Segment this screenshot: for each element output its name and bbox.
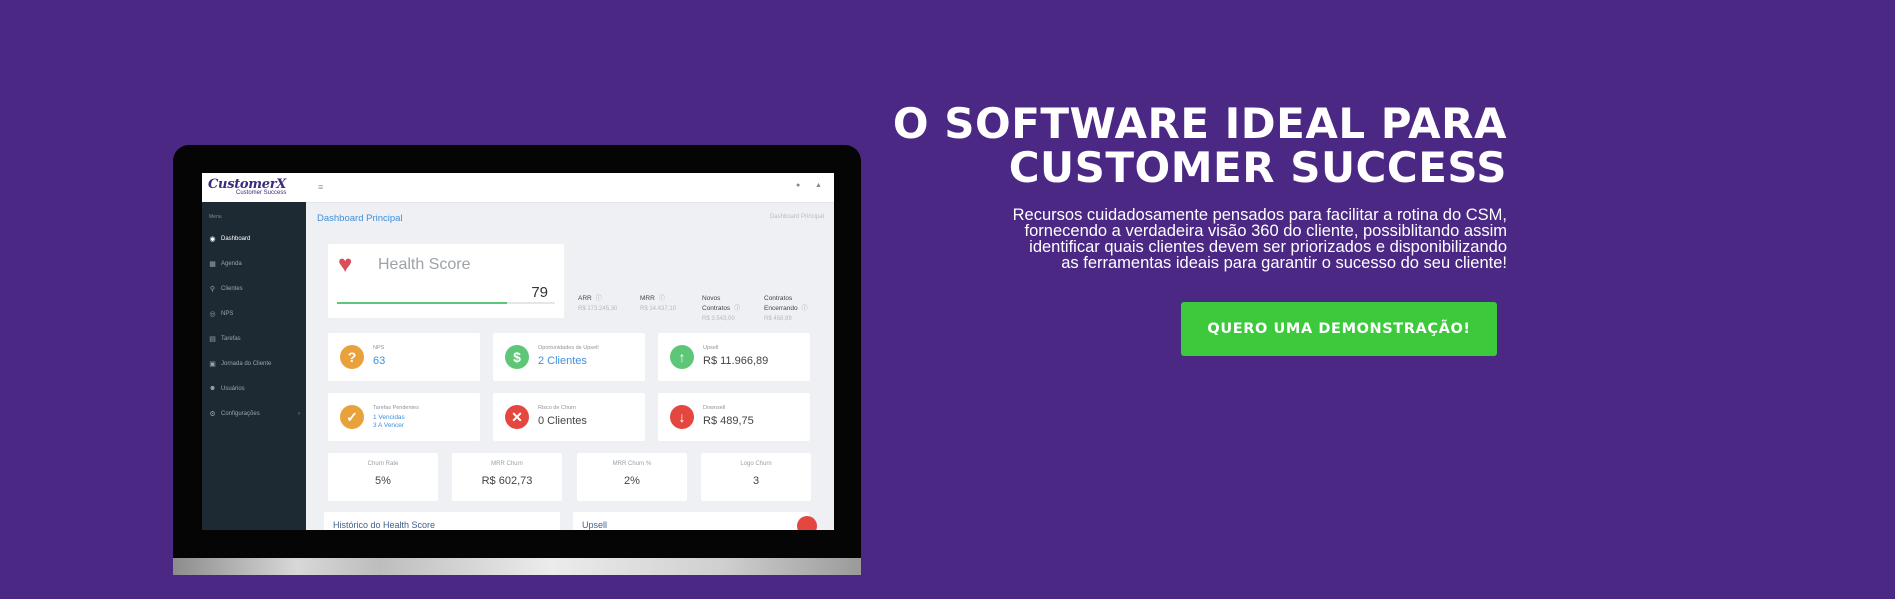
arrow-down-icon: ↓ bbox=[670, 405, 694, 429]
laptop-mockup: CustomerX Customer Success ≡ ● ▲ Menu ◉ … bbox=[173, 145, 861, 575]
notification-badge[interactable] bbox=[797, 516, 817, 530]
question-icon: ? bbox=[340, 345, 364, 369]
kpi-upsell-opportunities-card[interactable]: $ Oportunidades de Upsell 2 Clientes bbox=[493, 333, 645, 381]
tasks-icon: ▤ bbox=[209, 335, 216, 343]
stat-mrr-churn: MRR Churn R$ 602,73 bbox=[452, 453, 562, 501]
metric-novos-contratos: Novos Contratos ⓘ R$ 3.543,00 bbox=[702, 295, 741, 322]
dashboard-screenshot: CustomerX Customer Success ≡ ● ▲ Menu ◉ … bbox=[202, 173, 834, 530]
chevron-right-icon: › bbox=[298, 410, 300, 417]
laptop-bezel: CustomerX Customer Success ≡ ● ▲ Menu ◉ … bbox=[173, 145, 861, 558]
laptop-base bbox=[173, 558, 861, 575]
sidebar-item-dashboard[interactable]: ◉ Dashboard bbox=[202, 226, 306, 251]
users-icon: ☻ bbox=[208, 385, 217, 392]
upsell-chart-card: Upsell bbox=[573, 512, 809, 530]
stat-churn-rate: Churn Rate 5% bbox=[328, 453, 438, 501]
calendar-icon: ▦ bbox=[209, 260, 216, 268]
health-score-bar-fill bbox=[337, 302, 508, 304]
check-icon: ✓ bbox=[340, 405, 364, 429]
sidebar-item-agenda[interactable]: ▦ Agenda bbox=[202, 251, 306, 276]
dashboard-main: Dashboard Principal Dashboard Principal … bbox=[306, 202, 834, 530]
info-icon: ⓘ bbox=[801, 306, 808, 312]
sidebar-item-nps[interactable]: ◎ NPS bbox=[202, 301, 306, 326]
health-score-bar bbox=[337, 302, 555, 304]
close-icon: ✕ bbox=[505, 405, 529, 429]
dollar-icon: $ bbox=[505, 345, 529, 369]
kpi-upsell-card[interactable]: ↑ Upsell R$ 11.966,89 bbox=[658, 333, 810, 381]
info-icon: ⓘ bbox=[734, 306, 741, 312]
breadcrumb[interactable]: Dashboard Principal bbox=[770, 214, 824, 220]
dashboard-topbar: CustomerX Customer Success ≡ ● ▲ bbox=[202, 173, 834, 203]
kpi-nps-card[interactable]: ? NPS 63 bbox=[328, 333, 480, 381]
hero-headline: O SOFTWARE IDEAL PARA CUSTOMER SUCCESS bbox=[892, 99, 1507, 192]
page-title: Dashboard Principal bbox=[317, 213, 403, 224]
bell-icon[interactable]: ● bbox=[796, 182, 800, 189]
sidebar-title: Menu bbox=[209, 214, 222, 220]
sidebar-item-tarefas[interactable]: ▤ Tarefas bbox=[202, 326, 306, 351]
heart-pulse-icon: ♥ bbox=[338, 251, 353, 278]
stat-logo-churn: Logo Churn 3 bbox=[701, 453, 811, 501]
stat-mrr-churn-percent: MRR Churn % 2% bbox=[577, 453, 687, 501]
health-score-value: 79 bbox=[531, 284, 548, 301]
info-icon: ⓘ bbox=[658, 296, 665, 302]
hero-description: Recursos cuidadosamente pensados para fa… bbox=[1012, 206, 1507, 272]
dashboard-sidebar: Menu ◉ Dashboard ▦ Agenda ⚲ Clientes ◎ N… bbox=[202, 202, 306, 530]
customerx-logo: CustomerX Customer Success bbox=[208, 177, 287, 196]
kpi-tarefas-card[interactable]: ✓ Tarefas Pendentes 1 Vencidas 3 A Vence… bbox=[328, 393, 480, 441]
health-score-card: ♥ Health Score 79 bbox=[328, 244, 564, 318]
kpi-churn-risk-card[interactable]: ✕ Risco de Churn 0 Clientes bbox=[493, 393, 645, 441]
request-demo-button[interactable]: QUERO UMA DEMONSTRAÇÃO! bbox=[1181, 302, 1497, 356]
gear-icon: ⚙ bbox=[209, 410, 216, 418]
metric-mrr: MRR ⓘ R$ 14.437,10 bbox=[640, 295, 677, 312]
hamburger-menu-icon[interactable]: ≡ bbox=[318, 182, 323, 192]
kpi-downsell-card[interactable]: ↓ Downsell R$ 489,75 bbox=[658, 393, 810, 441]
arrow-up-icon: ↑ bbox=[670, 345, 694, 369]
journey-icon: ▣ bbox=[209, 360, 216, 368]
sidebar-item-usuarios[interactable]: ☻ Usuários bbox=[202, 376, 306, 401]
health-score-history-card: Histórico do Health Score bbox=[324, 512, 560, 530]
metric-contratos-encerrando: Contratos Encerrando ⓘ R$ 458,99 bbox=[764, 295, 808, 322]
sidebar-item-configuracoes[interactable]: ⚙ Configurações › bbox=[202, 401, 306, 426]
search-icon: ⚲ bbox=[209, 285, 216, 293]
info-icon: ⓘ bbox=[595, 296, 602, 302]
health-score-title: Health Score bbox=[378, 256, 471, 273]
sidebar-item-clientes[interactable]: ⚲ Clientes bbox=[202, 276, 306, 301]
target-icon: ◎ bbox=[209, 310, 216, 318]
sidebar-item-jornada[interactable]: ▣ Jornada do Cliente bbox=[202, 351, 306, 376]
metric-arr: ARR ⓘ R$ 173.245,30 bbox=[578, 295, 618, 312]
dashboard-icon: ◉ bbox=[209, 235, 216, 243]
